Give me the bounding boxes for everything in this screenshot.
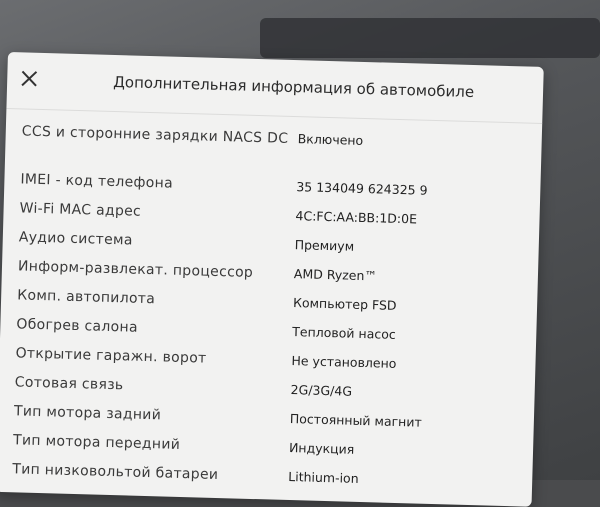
info-value: Постоянный магнит bbox=[289, 411, 422, 430]
info-label: CCS и сторонние зарядки NACS DC bbox=[21, 123, 289, 147]
info-label: Wi-Fi MAC адрес bbox=[19, 200, 142, 220]
info-label: IMEI - код телефона bbox=[20, 171, 174, 192]
info-label: Комп. автопилота bbox=[16, 287, 156, 308]
info-value: Компьютер FSD bbox=[292, 295, 397, 313]
info-list: CCS и сторонние зарядки NACS DC Включено… bbox=[12, 122, 522, 503]
info-label: Тип мотора передний bbox=[12, 432, 181, 453]
info-label: Обогрев салона bbox=[16, 316, 139, 336]
close-icon bbox=[21, 70, 38, 87]
info-value: 4C:FC:AA:BB:1D:0E bbox=[295, 208, 418, 227]
info-label: Сотовая связь bbox=[14, 374, 124, 394]
info-label: Открытие гаражн. ворот bbox=[15, 345, 207, 367]
info-label: Аудио система bbox=[18, 229, 133, 249]
info-value: 2G/3G/4G bbox=[290, 382, 353, 399]
info-row: CCS и сторонние зарядки NACS DC Включено bbox=[21, 122, 522, 176]
vehicle-info-dialog: Дополнительная информация об автомобиле … bbox=[0, 52, 544, 507]
dialog-title: Дополнительная информация об автомобиле bbox=[112, 72, 475, 102]
info-label: Тип низковольтой батареи bbox=[12, 461, 219, 484]
info-value: Не установлено bbox=[291, 353, 397, 371]
info-label: Тип мотора задний bbox=[13, 403, 162, 424]
info-value: Lithium-ion bbox=[288, 468, 359, 486]
info-value: Премиум bbox=[294, 237, 355, 254]
info-row: Тип низковольтой батареи Lithium-ion bbox=[12, 460, 512, 496]
background-panel bbox=[260, 18, 600, 58]
info-value: Тепловой насос bbox=[292, 324, 396, 342]
info-value: AMD Ryzen™ bbox=[293, 266, 378, 284]
info-value: Включено bbox=[297, 131, 364, 148]
info-value: Индукция bbox=[288, 440, 355, 457]
info-label: Информ-развлекат. процессор bbox=[17, 258, 254, 281]
close-button[interactable] bbox=[17, 66, 42, 91]
info-value: 35 134049 624325 9 bbox=[296, 179, 428, 198]
